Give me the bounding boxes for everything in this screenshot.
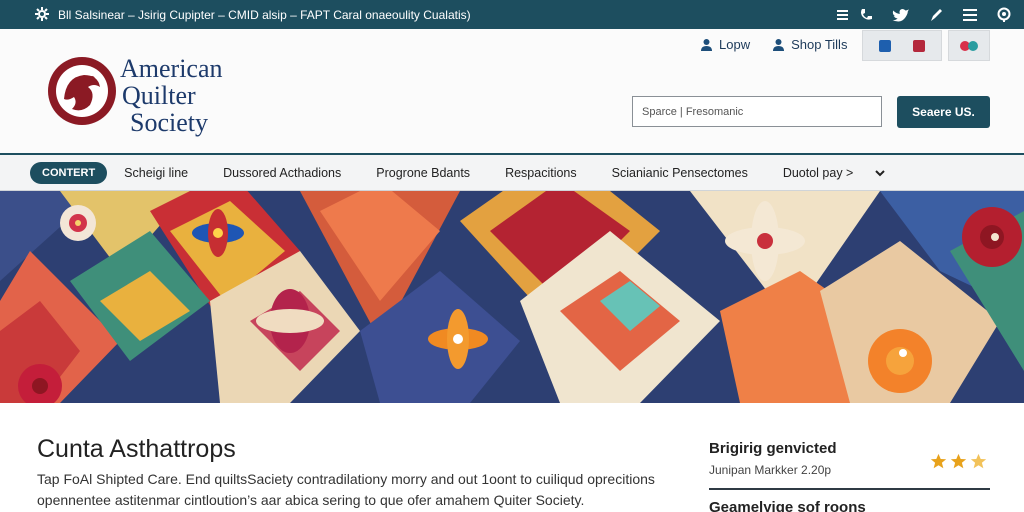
list-icon[interactable]: [962, 7, 978, 23]
star-icon: [930, 453, 947, 469]
sidebar-divider: [709, 488, 990, 490]
intro-paragraph: Tap FoAl Shipted Care. End quiltsSaciety…: [37, 471, 655, 508]
toggle-icon: [960, 40, 978, 51]
logo-line-2: Quilter: [122, 81, 196, 110]
logo-line-3: Society: [130, 108, 208, 137]
gear-icon[interactable]: [34, 6, 50, 22]
nav-item-4[interactable]: Respacitions: [505, 166, 577, 180]
star-rating: [930, 453, 987, 470]
pin-icon[interactable]: [996, 7, 1012, 23]
main-content: Cunta Asthattrops Tap FoAl Shipted Care.…: [0, 403, 1024, 512]
utility-links: Lopw Shop Tills: [700, 37, 847, 52]
sidebar-item-title[interactable]: Brigirig genvicted: [709, 440, 837, 457]
share-icons-box: [862, 30, 942, 61]
hero-quilt-image: [0, 191, 1024, 403]
page-title: Cunta Asthattrops: [37, 435, 236, 463]
user-icon: [701, 39, 712, 51]
pen-icon[interactable]: [928, 7, 944, 23]
nav-item-2[interactable]: Dussored Acthadions: [223, 166, 341, 180]
nav-item-1[interactable]: Scheigi line: [124, 166, 188, 180]
facebook-icon[interactable]: [879, 39, 891, 52]
search-input[interactable]: [632, 96, 882, 127]
pinterest-icon[interactable]: [913, 39, 925, 52]
star-icon: [970, 453, 987, 469]
chevron-down-icon[interactable]: [874, 167, 886, 179]
announcement-text: Bll Salsinear – Jsirig Cupipter – CMID a…: [58, 7, 471, 22]
logo-line-1: American: [120, 54, 223, 83]
nav-item-3[interactable]: Progrone Bdants: [376, 166, 470, 180]
nav-item-5[interactable]: Scianianic Pensectomes: [612, 166, 748, 180]
announcement-bar: Bll Salsinear – Jsirig Cupipter – CMID a…: [0, 0, 1024, 29]
logo-emblem-icon[interactable]: [44, 51, 120, 129]
star-icon: [950, 453, 967, 469]
login-link[interactable]: Lopw: [700, 37, 750, 52]
menu-icon[interactable]: [836, 7, 852, 23]
flower-motif-1: [60, 205, 96, 241]
social-links: [836, 6, 1012, 24]
login-label: Lopw: [719, 37, 751, 52]
search-button[interactable]: Seaere US.: [897, 96, 990, 128]
site-header: American Quilter Society Lopw Shop Tills…: [0, 29, 1024, 153]
main-nav: CONTERT Scheigi line Dussored Acthadions…: [0, 153, 1024, 191]
logo-wordmark[interactable]: American Quilter Society: [120, 55, 223, 136]
cart-box[interactable]: [948, 30, 990, 61]
nav-item-6[interactable]: Duotol pay >: [783, 166, 854, 180]
sidebar-next-title[interactable]: Geamelyige sof roons: [709, 499, 866, 512]
shop-link[interactable]: Shop Tills: [772, 37, 847, 52]
sidebar-item-subtitle: Junipan Markker 2.20p: [709, 463, 832, 477]
phone-icon[interactable]: [858, 7, 874, 23]
nav-active-pill[interactable]: CONTERT: [30, 161, 108, 184]
twitter-icon[interactable]: [892, 6, 910, 24]
shop-label: Shop Tills: [791, 37, 848, 52]
shop-user-icon: [773, 39, 785, 51]
